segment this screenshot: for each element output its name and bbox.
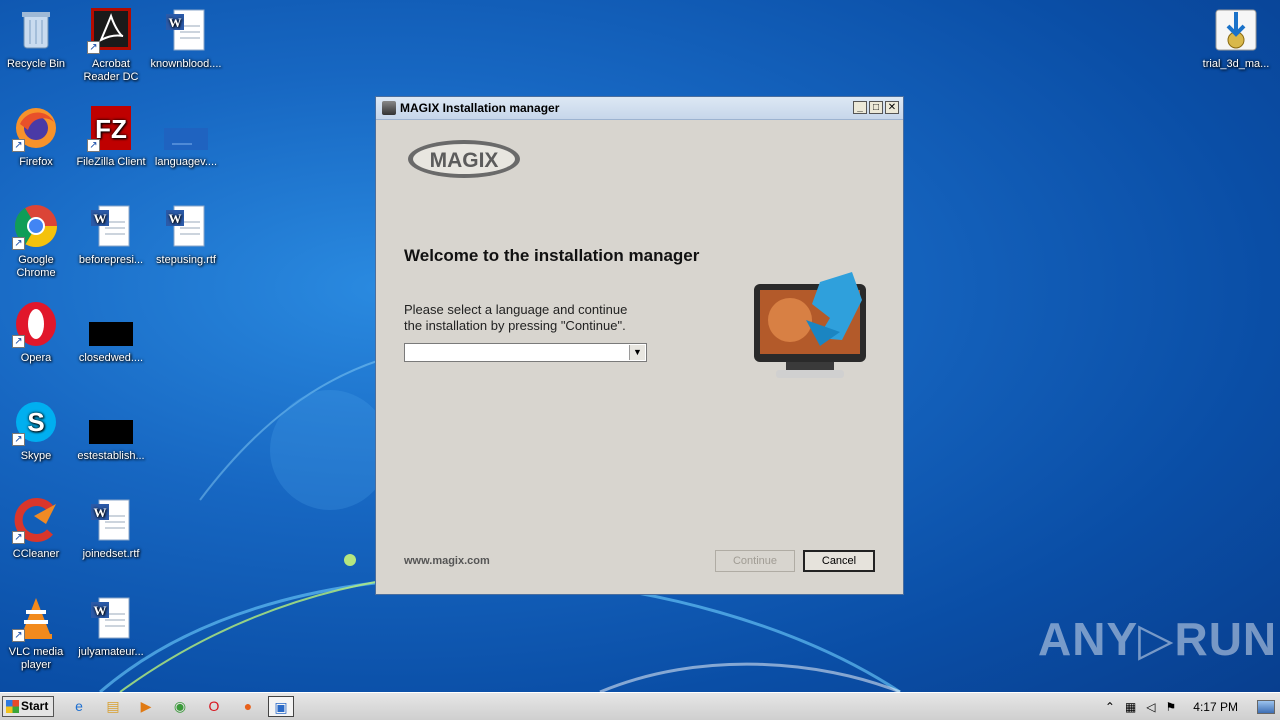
filezilla-icon: FZ ↗ (87, 104, 135, 152)
close-button[interactable]: ✕ (885, 101, 899, 114)
desktop-icon-google-chrome[interactable]: ↗ Google Chrome (0, 202, 74, 280)
desktop-icon-label: VLC media player (8, 646, 64, 671)
desktop-icon-label: closedwed.... (78, 352, 144, 364)
desktop-icon-label: knownblood.... (150, 58, 222, 70)
svg-text:W: W (169, 15, 182, 30)
internet-explorer-icon[interactable]: e (66, 696, 92, 717)
window-title: MAGIX Installation manager (400, 101, 560, 115)
svg-text:MAGIX: MAGIX (430, 149, 499, 172)
clock[interactable]: 4:17 PM (1193, 700, 1238, 714)
magix-installer-taskbar-icon[interactable]: ▣ (268, 696, 294, 717)
desktop-icon-label: estestablish... (77, 450, 145, 462)
desktop-icon-label: Firefox (19, 156, 53, 168)
maximize-button[interactable]: □ (869, 101, 883, 114)
network-icon[interactable]: ▦ (1125, 700, 1136, 714)
instruction-line: the installation by pressing "Continue". (404, 318, 626, 333)
firefox-taskbar-icon[interactable]: ● (235, 696, 261, 717)
tray-expand-icon[interactable]: ⌃ (1105, 700, 1115, 714)
word-document-icon: W (87, 594, 135, 642)
desktop-icon-trial-3d[interactable]: trial_3d_ma... (1198, 6, 1274, 71)
desktop-icon-label: trial_3d_ma... (1202, 58, 1270, 70)
desktop-icon-recycle-bin[interactable]: Recycle Bin (0, 6, 74, 71)
start-button[interactable]: Start (2, 696, 54, 717)
volume-icon[interactable]: ◁ (1146, 700, 1155, 714)
firefox-icon: ↗ (12, 104, 60, 152)
file-thumbnail-icon (162, 104, 210, 152)
window-content: MAGIX Welcome to the installation manage… (376, 120, 903, 594)
word-document-icon: W (87, 496, 135, 544)
cancel-button[interactable]: Cancel (803, 550, 875, 572)
desktop-icon-joinedset[interactable]: W joinedset.rtf (73, 496, 149, 561)
instruction-line: Please select a language and continue (404, 302, 628, 317)
welcome-heading: Welcome to the installation manager (404, 246, 700, 265)
word-document-icon: W (162, 202, 210, 250)
file-thumbnail-icon (87, 398, 135, 446)
magix-installer-window[interactable]: MAGIX Installation manager _ □ ✕ MAGIX W… (375, 96, 904, 595)
desktop-icon-label: Acrobat Reader DC (83, 58, 139, 83)
desktop-icon-firefox[interactable]: ↗ Firefox (0, 104, 74, 169)
opera-taskbar-icon[interactable]: O (201, 696, 227, 717)
desktop-icon-closedwed[interactable]: closedwed.... (73, 300, 149, 365)
desktop-icon-label: languagev.... (154, 156, 218, 168)
svg-text:W: W (94, 211, 107, 226)
file-explorer-icon[interactable]: ▤ (100, 696, 126, 717)
monitor-install-icon (754, 272, 866, 378)
svg-text:W: W (169, 211, 182, 226)
word-document-icon: W (87, 202, 135, 250)
system-tray: ⌃ ▦ ◁ ⚑ 4:17 PM (1100, 693, 1280, 720)
instruction-text: Please select a language and continue th… (404, 302, 684, 334)
start-label: Start (21, 699, 49, 713)
desktop-icon-label: Google Chrome (16, 254, 56, 279)
desktop-icon-label: FileZilla Client (76, 156, 146, 168)
desktop-icon-languagev[interactable]: languagev.... (148, 104, 224, 169)
recycle-bin-icon (12, 6, 60, 54)
show-desktop-icon[interactable] (1257, 699, 1275, 714)
desktop-icon-label: joinedset.rtf (82, 548, 140, 560)
desktop-icon-filezilla[interactable]: FZ ↗ FileZilla Client (73, 104, 149, 169)
svg-text:S: S (27, 407, 44, 437)
desktop-icon-acrobat[interactable]: ↗ Acrobat Reader DC (73, 6, 149, 84)
action-center-flag-icon[interactable]: ⚑ (1166, 700, 1177, 714)
desktop-icon-stepusing[interactable]: W stepusing.rtf (148, 202, 224, 267)
file-thumbnail-icon (87, 300, 135, 348)
installer-icon (1212, 6, 1260, 54)
dropdown-arrow-icon[interactable]: ▼ (629, 345, 645, 360)
desktop-icon-beforepresi[interactable]: W beforepresi... (73, 202, 149, 267)
desktop-icon-vlc[interactable]: ↗ VLC media player (0, 594, 74, 672)
app-icon (382, 101, 396, 115)
ccleaner-icon: ↗ (12, 496, 60, 544)
desktop-icon-label: Skype (20, 450, 52, 462)
windows-logo-icon (6, 700, 19, 713)
desktop-icon-label: stepusing.rtf (156, 254, 216, 266)
anyrun-watermark: ANY▷RUN (1038, 613, 1278, 665)
desktop-icon-knownblood[interactable]: W knownblood.... (148, 6, 224, 71)
language-select[interactable]: ▼ (404, 343, 647, 362)
svg-text:W: W (94, 603, 107, 618)
window-titlebar[interactable]: MAGIX Installation manager _ □ ✕ (376, 97, 903, 120)
taskbar: Start e ▤ ▶ ◉ O ● ▣ ⌃ ▦ ◁ ⚑ 4:17 PM (0, 692, 1280, 720)
skype-icon: S ↗ (12, 398, 60, 446)
desktop-icon-opera[interactable]: ↗ Opera (0, 300, 74, 365)
word-document-icon: W (162, 6, 210, 54)
desktop-icon-label: CCleaner (12, 548, 60, 560)
website-link[interactable]: www.magix.com (404, 555, 490, 567)
desktop-icon-ccleaner[interactable]: ↗ CCleaner (0, 496, 74, 561)
chrome-taskbar-icon[interactable]: ◉ (167, 696, 193, 717)
desktop-icon-label: julyamateur... (78, 646, 144, 658)
magix-logo: MAGIX (408, 140, 520, 178)
desktop-icon-label: Recycle Bin (6, 58, 66, 70)
desktop-icon-skype[interactable]: S ↗ Skype (0, 398, 74, 463)
minimize-button[interactable]: _ (853, 101, 867, 114)
desktop-icon-julyamateur[interactable]: W julyamateur... (73, 594, 149, 659)
desktop-icon-estestablish[interactable]: estestablish... (73, 398, 149, 463)
acrobat-reader-icon: ↗ (87, 6, 135, 54)
svg-text:W: W (94, 505, 107, 520)
chrome-icon: ↗ (12, 202, 60, 250)
media-player-icon[interactable]: ▶ (133, 696, 159, 717)
desktop-icon-label: beforepresi... (78, 254, 144, 266)
opera-icon: ↗ (12, 300, 60, 348)
continue-button[interactable]: Continue (715, 550, 795, 572)
vlc-icon: ↗ (12, 594, 60, 642)
desktop-icon-label: Opera (20, 352, 52, 364)
